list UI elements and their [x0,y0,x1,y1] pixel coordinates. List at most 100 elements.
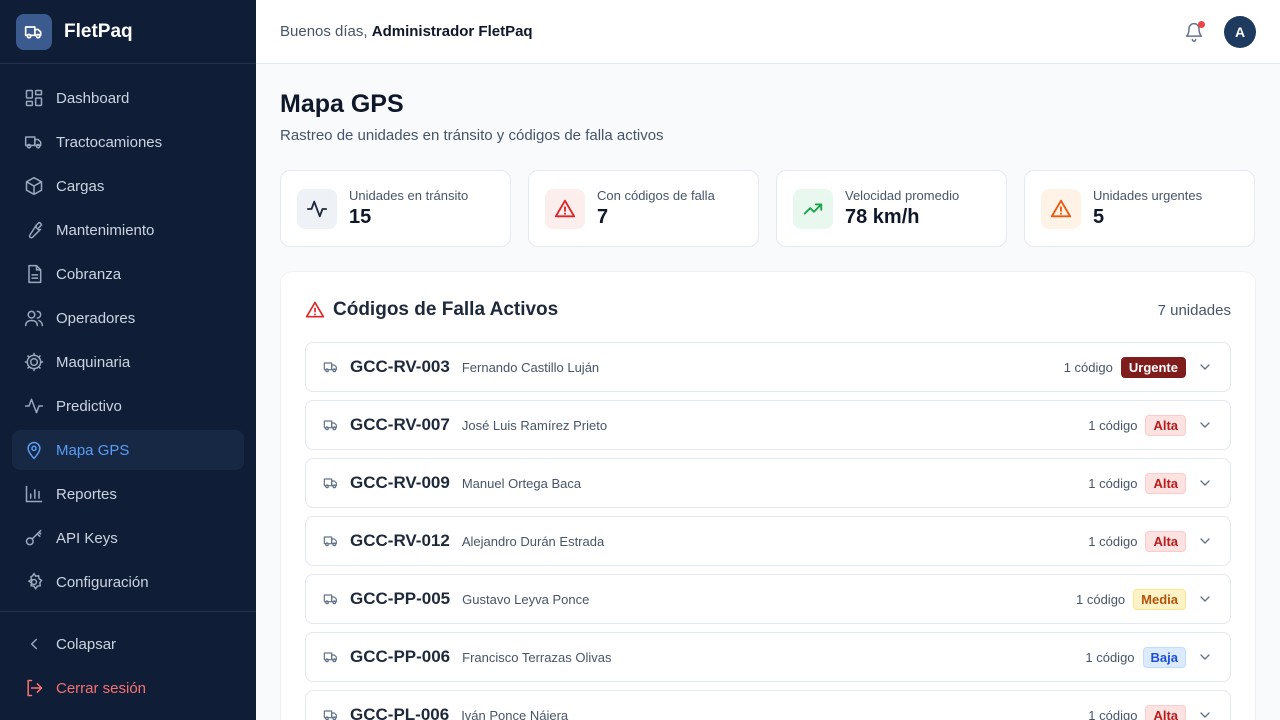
fault-list: GCC-RV-003 Fernando Castillo Luján 1 códig… [305,342,1231,720]
severity-badge: Baja [1142,646,1186,668]
wrench-icon [24,220,44,240]
chevron-down-icon[interactable] [1196,358,1214,376]
sidebar-item-maquinaria[interactable]: Maquinaria [12,342,244,382]
sidebar-item-cobranza[interactable]: Cobranza [12,254,244,294]
cog-icon [24,352,44,372]
fault-row[interactable]: GCC-PP-005 Gustavo Leyva Ponce 1 código Med… [305,574,1231,624]
severity-badge: Alta [1145,472,1186,494]
sidebar-item-label: API Keys [56,529,118,547]
unit-id: GCC-PP-005 [350,589,451,608]
sidebar-item-label: Maquinaria [56,353,131,371]
collapse-button[interactable]: Colapsar [12,624,244,664]
truck-icon [322,416,340,434]
truck-icon [322,532,340,550]
fault-row[interactable]: GCC-PP-006 Francisco Terrazas Olivas 1 cód… [305,632,1231,682]
brand[interactable]: FletPaq [0,0,256,64]
sidebar-item-mantenimiento[interactable]: Mantenimiento [12,210,244,250]
sidebar-item-label: Reportes [56,485,117,503]
sidebar-item-label: Configuración [56,573,149,591]
collapse-label: Colapsar [56,635,117,653]
truck-icon [322,474,340,492]
header-actions: A [1182,15,1256,48]
greeting-prefix: Buenos días, [280,23,368,40]
code-count: 1 código [1088,417,1138,433]
stat-card-transito: Unidades en tránsito 15 [280,170,511,247]
sidebar-item-api-keys[interactable]: API Keys [12,518,244,558]
document-icon [24,264,44,284]
stat-value: 15 [349,206,372,228]
logout-icon [24,678,44,698]
unit-id: GCC-RV-012 [350,531,450,550]
sidebar-item-reportes[interactable]: Reportes [12,474,244,514]
driver-name: Fernando Castillo Luján [461,359,600,375]
activity-icon [297,188,337,229]
notification-dot [1198,20,1205,28]
truck-icon [322,590,340,608]
unit-id: GCC-RV-009 [350,473,450,492]
sidebar-item-cargas[interactable]: Cargas [12,166,244,206]
code-count: 1 código [1088,475,1138,491]
sidebar: FletPaq Dashboard Tractocamiones Cargas … [0,0,256,720]
avatar[interactable]: A [1224,15,1256,48]
alert-triangle-icon [545,188,585,229]
stat-card-velocidad: Velocidad promedio 78 km/h [776,170,1007,247]
driver-name: Gustavo Leyva Ponce [462,591,590,607]
main-content: Mapa GPS Rastreo de unidades en tránsito… [256,64,1280,720]
sidebar-item-label: Operadores [56,309,136,327]
sidebar-item-label: Cobranza [56,265,122,283]
driver-name: Alejandro Durán Estrada [461,533,605,549]
sidebar-item-label: Mantenimiento [56,221,155,239]
severity-badge: Alta [1145,704,1186,720]
logout-label: Cerrar sesión [56,679,147,697]
severity-badge: Urgente [1120,356,1186,378]
sidebar-item-configuracion[interactable]: Configuración [12,562,244,602]
unit-id: GCC-PP-006 [350,647,451,666]
sidebar-item-label: Cargas [56,177,105,195]
sidebar-item-label: Dashboard [56,89,130,107]
driver-name: Francisco Terrazas Olivas [462,649,612,665]
chevron-down-icon[interactable] [1196,532,1214,550]
chevron-down-icon[interactable] [1196,706,1214,720]
truck-icon [322,648,340,666]
sidebar-item-tractocamiones[interactable]: Tractocamiones [12,122,244,162]
code-count: 1 código [1088,533,1138,549]
sidebar-item-dashboard[interactable]: Dashboard [12,78,244,118]
fault-row[interactable]: GCC-RV-007 José Luis Ramírez Prieto 1 códi… [305,400,1231,450]
unit-id: GCC-RV-003 [350,357,450,376]
driver-name: Iván Ponce Nájera [461,707,569,720]
panel-header: Códigos de Falla Activos 7 unidades [305,296,1231,324]
dashboard-grid-icon [24,88,44,108]
chevron-down-icon[interactable] [1196,416,1214,434]
chevron-down-icon[interactable] [1196,474,1214,492]
sidebar-item-mapa-gps[interactable]: Mapa GPS [12,430,244,470]
chevron-down-icon[interactable] [1196,590,1214,608]
stat-card-fallas: Con códigos de falla 7 [528,170,759,247]
map-pin-icon [24,440,44,460]
trending-up-icon [793,188,833,229]
driver-name: José Luis Ramírez Prieto [461,417,608,433]
sidebar-footer: Colapsar Cerrar sesión [0,611,256,712]
stat-card-urgentes: Unidades urgentes 5 [1024,170,1255,247]
stat-value: 7 [597,206,609,228]
fault-row[interactable]: GCC-RV-009 Manuel Ortega Baca 1 código Alta [305,458,1231,508]
code-count: 1 código [1085,649,1135,665]
user-name: Administrador FletPaq [371,23,533,40]
panel-title: Códigos de Falla Activos [333,299,559,320]
stat-value: 78 km/h [845,206,920,228]
notifications-button[interactable] [1182,20,1206,44]
severity-badge: Alta [1145,530,1186,552]
sidebar-item-predictivo[interactable]: Predictivo [12,386,244,426]
sidebar-item-operadores[interactable]: Operadores [12,298,244,338]
logout-button[interactable]: Cerrar sesión [12,668,244,708]
truck-icon [322,706,340,720]
unit-id: GCC-RV-007 [350,415,450,434]
fault-codes-panel: Códigos de Falla Activos 7 unidades GCC-… [280,271,1256,720]
fault-row[interactable]: GCC-RV-003 Fernando Castillo Luján 1 códig… [305,342,1231,392]
panel-count: 7 unidades [1157,301,1231,319]
stat-label: Con códigos de falla [597,188,715,203]
bar-chart-icon [24,484,44,504]
fault-row[interactable]: GCC-PL-006 Iván Ponce Nájera 1 código Alta [305,690,1231,720]
severity-badge: Media [1133,588,1186,610]
fault-row[interactable]: GCC-RV-012 Alejandro Durán Estrada 1 códig… [305,516,1231,566]
chevron-down-icon[interactable] [1196,648,1214,666]
